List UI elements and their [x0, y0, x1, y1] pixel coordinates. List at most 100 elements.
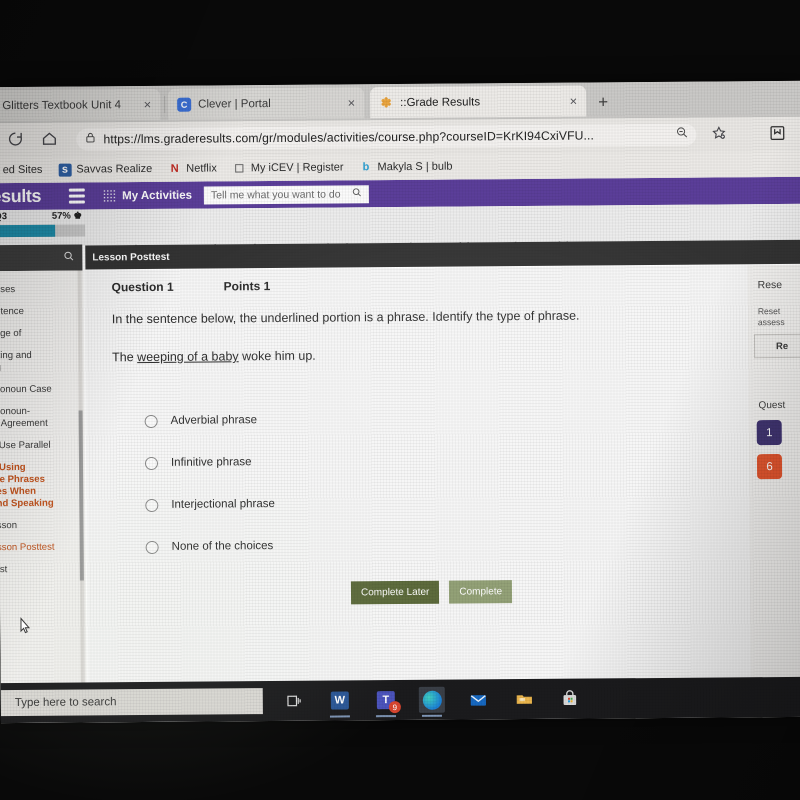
reload-icon[interactable]: [6, 130, 26, 150]
browser-tab-2[interactable]: ✽ ::Grade Results ×: [370, 85, 587, 119]
bookmark-imported-sites[interactable]: ed Sites: [0, 161, 48, 179]
section-bar-label: Lesson Posttest: [92, 251, 170, 263]
complete-later-button[interactable]: Complete Later: [350, 580, 440, 605]
answer-option-label: None of the choices: [171, 540, 274, 553]
grade-results-logo: Results: [0, 185, 42, 207]
sidebar-item-10[interactable]: test: [0, 558, 86, 581]
sidebar-item-5[interactable]: Pronoun- nt Agreement: [0, 400, 85, 435]
tell-me-search-input[interactable]: Tell me what you want to do: [203, 184, 370, 205]
tab-close-icon[interactable]: ×: [344, 95, 355, 110]
course-progress: h II Q3 57% ♚ 83%: [0, 210, 86, 238]
answer-option-label: Infinitive phrase: [170, 456, 252, 469]
lesson-sidebar: enses entence sage of diting and ng Pron…: [0, 270, 88, 724]
word-glyph: W: [330, 691, 349, 710]
tell-me-placeholder: Tell me what you want to do: [210, 187, 341, 202]
collections-icon[interactable]: [768, 124, 788, 144]
sidebar-item-7[interactable]: 3 Using ate Phrases ses When and Speakin…: [0, 456, 85, 515]
bookmark-label: Makyla S | bulb: [377, 160, 453, 174]
tab-close-icon[interactable]: ×: [140, 97, 152, 112]
answer-option-label: Interjectional phrase: [171, 498, 275, 511]
course-label: h II Q3: [0, 211, 8, 223]
radio-button[interactable]: [144, 456, 159, 470]
progress-bar: 83%: [0, 224, 86, 238]
bookmark-netflix[interactable]: N Netflix: [162, 160, 223, 177]
task-view-icon[interactable]: [281, 688, 307, 714]
question-nav-1[interactable]: 1: [756, 420, 782, 446]
sidebar-item-1[interactable]: entence: [0, 300, 84, 323]
windows-taskbar: Type here to search W T 9: [0, 676, 800, 724]
questions-label: Quest: [758, 400, 786, 412]
radio-button[interactable]: [144, 414, 158, 428]
answer-option-0[interactable]: Adverbial phrase: [144, 397, 564, 442]
sidebar-item-2[interactable]: sage of: [0, 322, 84, 345]
page-icon: ☐: [234, 162, 245, 175]
sidebar-item-4[interactable]: Pronoun Case: [0, 378, 84, 401]
bookmark-my-icev[interactable]: ☐ My iCEV | Register: [227, 159, 350, 177]
reset-button[interactable]: Re: [753, 334, 800, 359]
mail-icon[interactable]: [465, 686, 491, 712]
savvas-icon: s: [58, 163, 72, 177]
bookmark-label: ed Sites: [2, 163, 43, 177]
question-actions: Complete Later Complete: [350, 580, 513, 605]
my-activities-button[interactable]: My Activities: [103, 189, 192, 203]
search-icon: [352, 187, 362, 200]
photo-of-laptop-screen: hat Glitters Textbook Unit 4 × C Clever …: [0, 0, 800, 800]
address-bar[interactable]: https://lms.graderesults.com/gr/modules/…: [76, 123, 697, 151]
microsoft-store-icon[interactable]: [557, 686, 583, 712]
taskbar-search-input[interactable]: Type here to search: [0, 688, 263, 717]
radio-button[interactable]: [145, 540, 159, 554]
menu-icon[interactable]: [69, 188, 86, 204]
lock-icon: [84, 130, 96, 148]
add-favorite-icon[interactable]: [710, 124, 730, 144]
grid-dots-icon: [103, 189, 117, 203]
address-bar-url: https://lms.graderesults.com/gr/modules/…: [103, 128, 595, 147]
radio-button[interactable]: [145, 498, 159, 512]
bookmark-label: Netflix: [186, 162, 217, 175]
browser-tab-0[interactable]: hat Glitters Textbook Unit 4 ×: [0, 88, 161, 122]
teams-icon[interactable]: T 9: [373, 687, 401, 718]
lms-page: Results My Activities Tell me what you w…: [0, 176, 800, 724]
browser-tab-label: hat Glitters Textbook Unit 4: [0, 98, 122, 112]
home-icon[interactable]: [40, 130, 60, 150]
answer-option-1[interactable]: Infinitive phrase: [144, 439, 565, 484]
course-percent-group: 57% ♚: [51, 210, 83, 222]
bookmark-makyla-bulb[interactable]: b Makyla S | bulb: [353, 158, 458, 176]
bookmark-savvas-realize[interactable]: s Savvas Realize: [52, 160, 158, 178]
browser-tab-label: Clever | Portal: [198, 97, 271, 111]
tab-close-icon[interactable]: ×: [565, 94, 577, 109]
answer-option-3[interactable]: None of the choices: [145, 523, 565, 568]
reset-title: Rese: [757, 279, 783, 292]
question-number: Question 1: [111, 279, 174, 295]
file-explorer-icon[interactable]: [511, 686, 537, 712]
search-icon: [63, 249, 74, 267]
question-nav-6[interactable]: 6: [756, 454, 783, 480]
sidebar-item-lesson-posttest[interactable]: esson Posttest: [0, 536, 86, 559]
edge-icon[interactable]: [418, 686, 445, 717]
sidebar-item-8[interactable]: esson: [0, 514, 86, 537]
taskbar-search-placeholder: Type here to search: [14, 696, 117, 710]
sentence-prefix: The: [112, 350, 138, 365]
new-tab-button[interactable]: +: [592, 91, 614, 113]
progress-bar-fill: 83%: [0, 224, 56, 238]
taskbar-running-underline: [375, 715, 396, 718]
tab-divider: [164, 95, 166, 113]
question-prompt: In the sentence below, the underlined po…: [111, 308, 580, 327]
word-icon[interactable]: W: [327, 687, 353, 718]
question-header: Question 1 Points 1: [112, 279, 271, 294]
zoom-out-icon[interactable]: [675, 126, 688, 144]
browser-tab-1[interactable]: C Clever | Portal ×: [168, 87, 365, 120]
edge-glyph: [422, 690, 442, 710]
assessment-side-panel: Rese Reset assess Re Quest 1 6: [747, 264, 800, 718]
netflix-icon: N: [170, 162, 179, 175]
sidebar-item-6[interactable]: 2 Use Parallel: [0, 434, 85, 457]
complete-button[interactable]: Complete: [449, 580, 513, 604]
sidebar-search-box[interactable]: [0, 244, 83, 272]
sidebar-item-3[interactable]: diting and ng: [0, 344, 84, 379]
answer-option-2[interactable]: Interjectional phrase: [145, 481, 565, 526]
sidebar-item-0[interactable]: enses: [0, 279, 84, 302]
sentence-suffix: woke him up.: [238, 348, 316, 364]
question-points: Points 1: [223, 279, 271, 294]
question-sentence: The weeping of a baby woke him up.: [112, 349, 316, 365]
answer-options: Adverbial phrase Infinitive phrase Inter…: [144, 397, 565, 568]
sentence-underlined: weeping of a baby: [137, 349, 239, 365]
